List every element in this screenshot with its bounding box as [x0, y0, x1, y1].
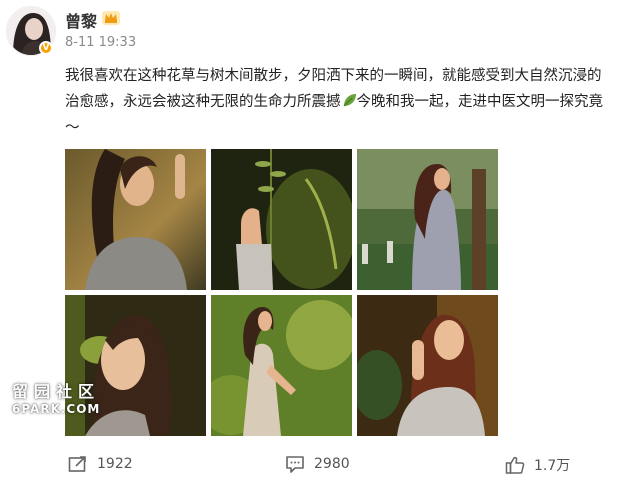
watermark-en: 6PARK.COM [12, 402, 101, 416]
post-timestamp[interactable]: 8-11 19:33 [65, 35, 136, 50]
leaf-emoji-icon [343, 94, 356, 107]
crown-icon[interactable] [101, 9, 121, 26]
like-button[interactable]: 1.7万 [505, 455, 570, 475]
post-body: 我很喜欢在这种花草与树木间散步，夕阳洒下来的一瞬间，就能感受到大自然沉浸的 治愈… [65, 63, 637, 141]
post-text-line-2a: 治愈感，永远会被这种无限的生命力所震撼 [65, 94, 341, 110]
post-text-line-3: ～ [65, 120, 80, 136]
photo-3[interactable] [357, 149, 498, 290]
post-text-line-2: 治愈感，永远会被这种无限的生命力所震撼 今晚和我一起，走进中医文明一探究竟 [65, 89, 637, 115]
photo-6[interactable] [357, 295, 498, 436]
watermark-cn: 留园社区 [12, 382, 101, 401]
like-count: 1.7万 [534, 458, 571, 474]
post-text-line-2b: 今晚和我一起，走进中医文明一探究竟 [356, 94, 604, 110]
comment-button[interactable]: 2980 [285, 455, 350, 473]
thumbs-up-icon [505, 456, 525, 474]
verified-v-icon: V [39, 41, 53, 55]
post-actions-bar: 1922 2980 1.7万 [0, 453, 640, 477]
comment-icon [286, 456, 304, 473]
site-watermark: 留园社区 6PARK.COM [12, 378, 100, 416]
comment-count: 2980 [314, 456, 350, 472]
username[interactable]: 曾黎 [65, 8, 97, 32]
photo-1[interactable] [65, 149, 206, 290]
repost-button[interactable]: 1922 [68, 455, 133, 473]
repost-icon [68, 456, 86, 472]
repost-count: 1922 [97, 456, 133, 472]
photo-2[interactable] [211, 149, 352, 290]
post-text-line-1: 我很喜欢在这种花草与树木间散步，夕阳洒下来的一瞬间，就能感受到大自然沉浸的 [65, 68, 602, 84]
photo-5[interactable] [211, 295, 352, 436]
